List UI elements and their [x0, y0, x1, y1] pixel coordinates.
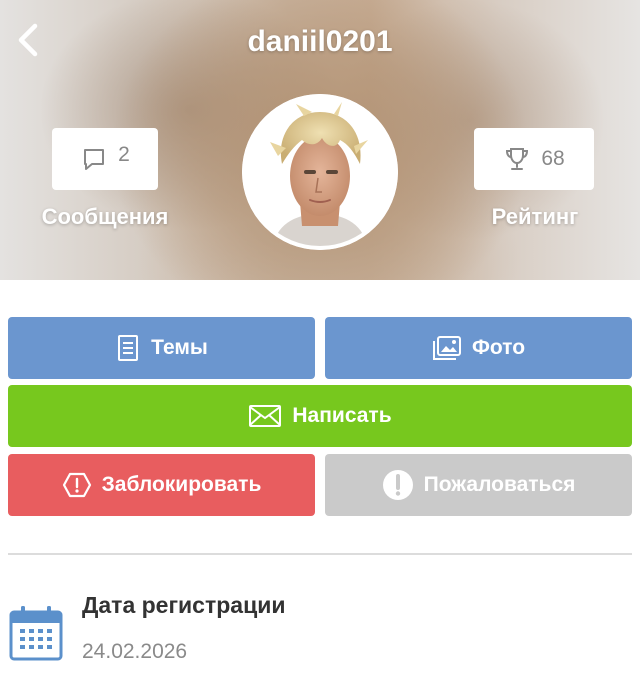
- messages-label: Сообщения: [41, 204, 169, 229]
- photo-gallery-icon: [432, 336, 461, 360]
- back-button[interactable]: [8, 16, 48, 64]
- messages-count-box[interactable]: 2: [52, 128, 158, 190]
- divider: [8, 553, 632, 555]
- rating-box[interactable]: 68: [474, 128, 594, 190]
- photo-button[interactable]: Фото: [325, 317, 632, 379]
- page-title: daniil0201: [247, 25, 393, 58]
- document-icon: [118, 335, 139, 361]
- report-label: Пожаловаться: [423, 473, 576, 496]
- block-hexagon-icon: [62, 472, 91, 498]
- avatar-photo: [242, 94, 398, 250]
- chevron-left-icon: [18, 23, 38, 57]
- write-message-label: Написать: [292, 404, 392, 427]
- report-button[interactable]: Пожаловаться: [325, 454, 632, 516]
- registration-date-title: Дата регистрации: [82, 592, 286, 618]
- block-label: Заблокировать: [101, 473, 262, 496]
- avatar[interactable]: [242, 94, 398, 250]
- calendar-icon: [9, 606, 63, 661]
- photo-label: Фото: [471, 336, 526, 359]
- write-message-button[interactable]: Написать: [8, 385, 632, 447]
- topics-button[interactable]: Темы: [8, 317, 315, 379]
- block-button[interactable]: Заблокировать: [8, 454, 315, 516]
- exclamation-circle-icon: [382, 470, 413, 500]
- envelope-icon: [249, 405, 282, 427]
- trophy-icon: [506, 148, 529, 170]
- rating-value: 68: [541, 147, 565, 170]
- topics-label: Темы: [151, 336, 208, 359]
- registration-date-value: 24.02.2026: [82, 640, 188, 663]
- speech-bubble-icon: [84, 149, 105, 170]
- profile-header: daniil0201 2 Сообщения 68 Рейтинг: [0, 0, 640, 280]
- messages-count: 2: [118, 143, 130, 166]
- rating-label: Рейтинг: [491, 204, 579, 229]
